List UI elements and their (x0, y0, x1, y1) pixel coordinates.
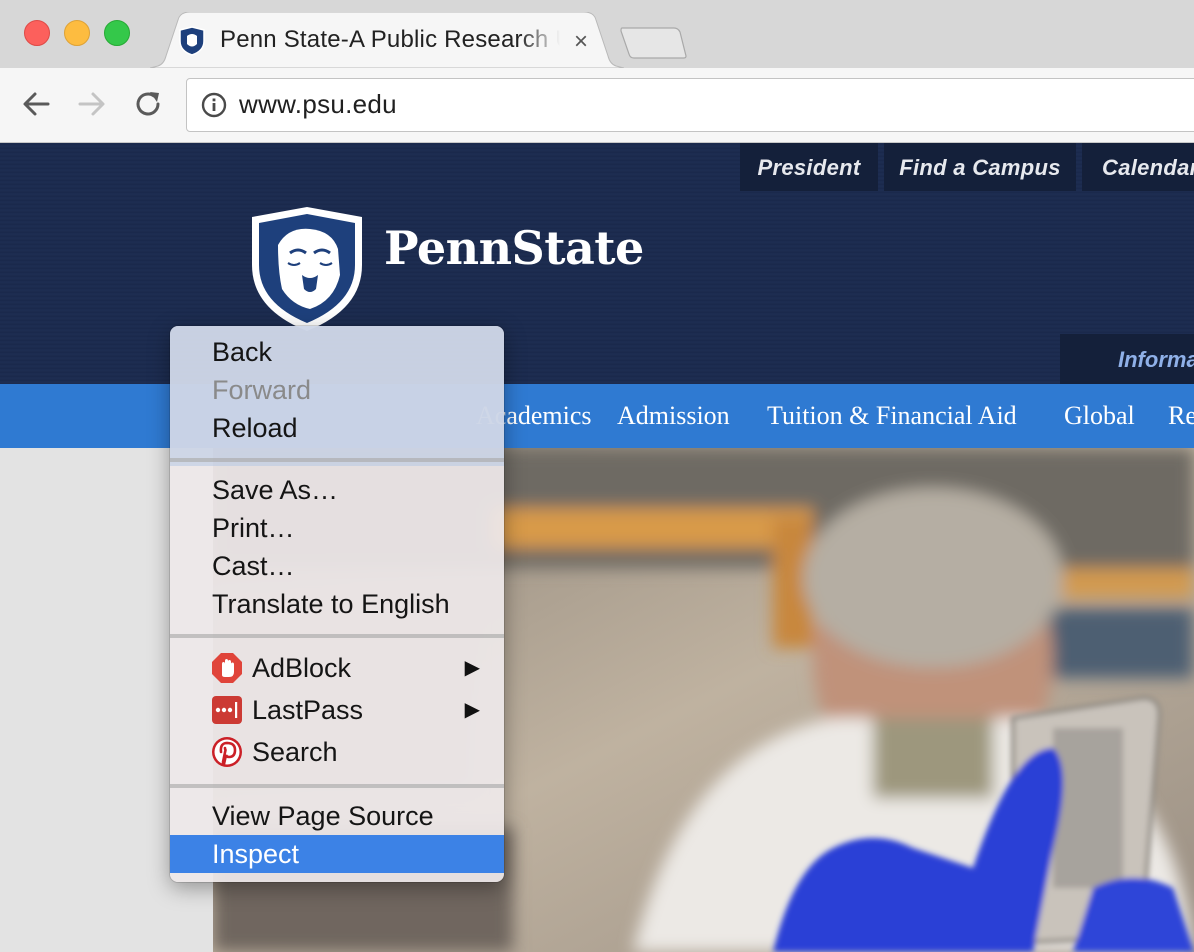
penn-state-favicon-icon (179, 26, 205, 56)
submenu-arrow-icon: ▶ (464, 657, 480, 679)
forward-arrow-icon[interactable] (74, 86, 110, 122)
menu-separator (170, 784, 504, 788)
top-link-president[interactable]: President (740, 143, 878, 191)
reload-icon[interactable] (130, 86, 166, 122)
active-tab[interactable]: Penn State-A Public Research University … (150, 12, 624, 68)
info-icon[interactable] (201, 92, 227, 118)
menu-item-translate[interactable]: Translate to English (170, 585, 504, 623)
top-link-calendar[interactable]: Calendar (1082, 143, 1194, 191)
context-menu: Back Forward Reload Save As… Print… Cast… (170, 326, 504, 882)
lastpass-label: LastPass (252, 695, 364, 725)
pinterest-icon (212, 737, 242, 767)
menu-item-back[interactable]: Back (170, 333, 504, 371)
menu-item-forward: Forward (212, 375, 312, 405)
menu-item-save-as[interactable]: Save As… (170, 471, 504, 509)
menu-separator (170, 634, 504, 638)
penn-state-shield-logo-icon[interactable] (248, 205, 366, 333)
tab-bar: Penn State-A Public Research University … (0, 0, 1194, 68)
close-window-button[interactable] (24, 20, 50, 46)
back-arrow-icon[interactable] (18, 86, 54, 122)
menu-item-cast[interactable]: Cast… (170, 547, 504, 585)
zoom-window-button[interactable] (104, 20, 130, 46)
browser-toolbar: www.psu.edu (0, 68, 1194, 143)
tab-title: Penn State-A Public Research University (220, 26, 560, 53)
adblock-hand-icon (212, 653, 242, 683)
top-link-find-campus[interactable]: Find a Campus (884, 143, 1076, 191)
lastpass-icon (212, 696, 242, 724)
information-for-tab[interactable]: Information for (1060, 334, 1194, 424)
menu-item-pinterest-search[interactable]: Search (170, 733, 504, 771)
penn-state-wordmark[interactable]: PennState (384, 221, 644, 275)
address-bar[interactable]: www.psu.edu (186, 78, 1194, 132)
search-label: Search (252, 737, 338, 767)
nav-admission[interactable]: Admission (617, 384, 730, 448)
url-text[interactable]: www.psu.edu (239, 89, 397, 120)
menu-separator (170, 458, 504, 462)
nav-tuition-financial-aid[interactable]: Tuition & Financial Aid (767, 384, 1017, 448)
submenu-arrow-icon: ▶ (464, 699, 480, 721)
adblock-label: AdBlock (252, 653, 352, 683)
new-tab-button[interactable] (620, 26, 688, 60)
menu-item-view-page-source[interactable]: View Page Source (170, 797, 504, 835)
nav-research[interactable]: Research (1168, 384, 1194, 448)
menu-item-reload[interactable]: Reload (170, 409, 504, 447)
menu-item-lastpass[interactable]: LastPass ▶ (170, 691, 504, 729)
nav-global[interactable]: Global (1064, 384, 1135, 448)
menu-item-print[interactable]: Print… (170, 509, 504, 547)
menu-item-adblock[interactable]: AdBlock ▶ (170, 649, 504, 687)
tab-close-icon[interactable]: × (574, 28, 588, 56)
menu-item-inspect[interactable]: Inspect (170, 835, 504, 873)
minimize-window-button[interactable] (64, 20, 90, 46)
